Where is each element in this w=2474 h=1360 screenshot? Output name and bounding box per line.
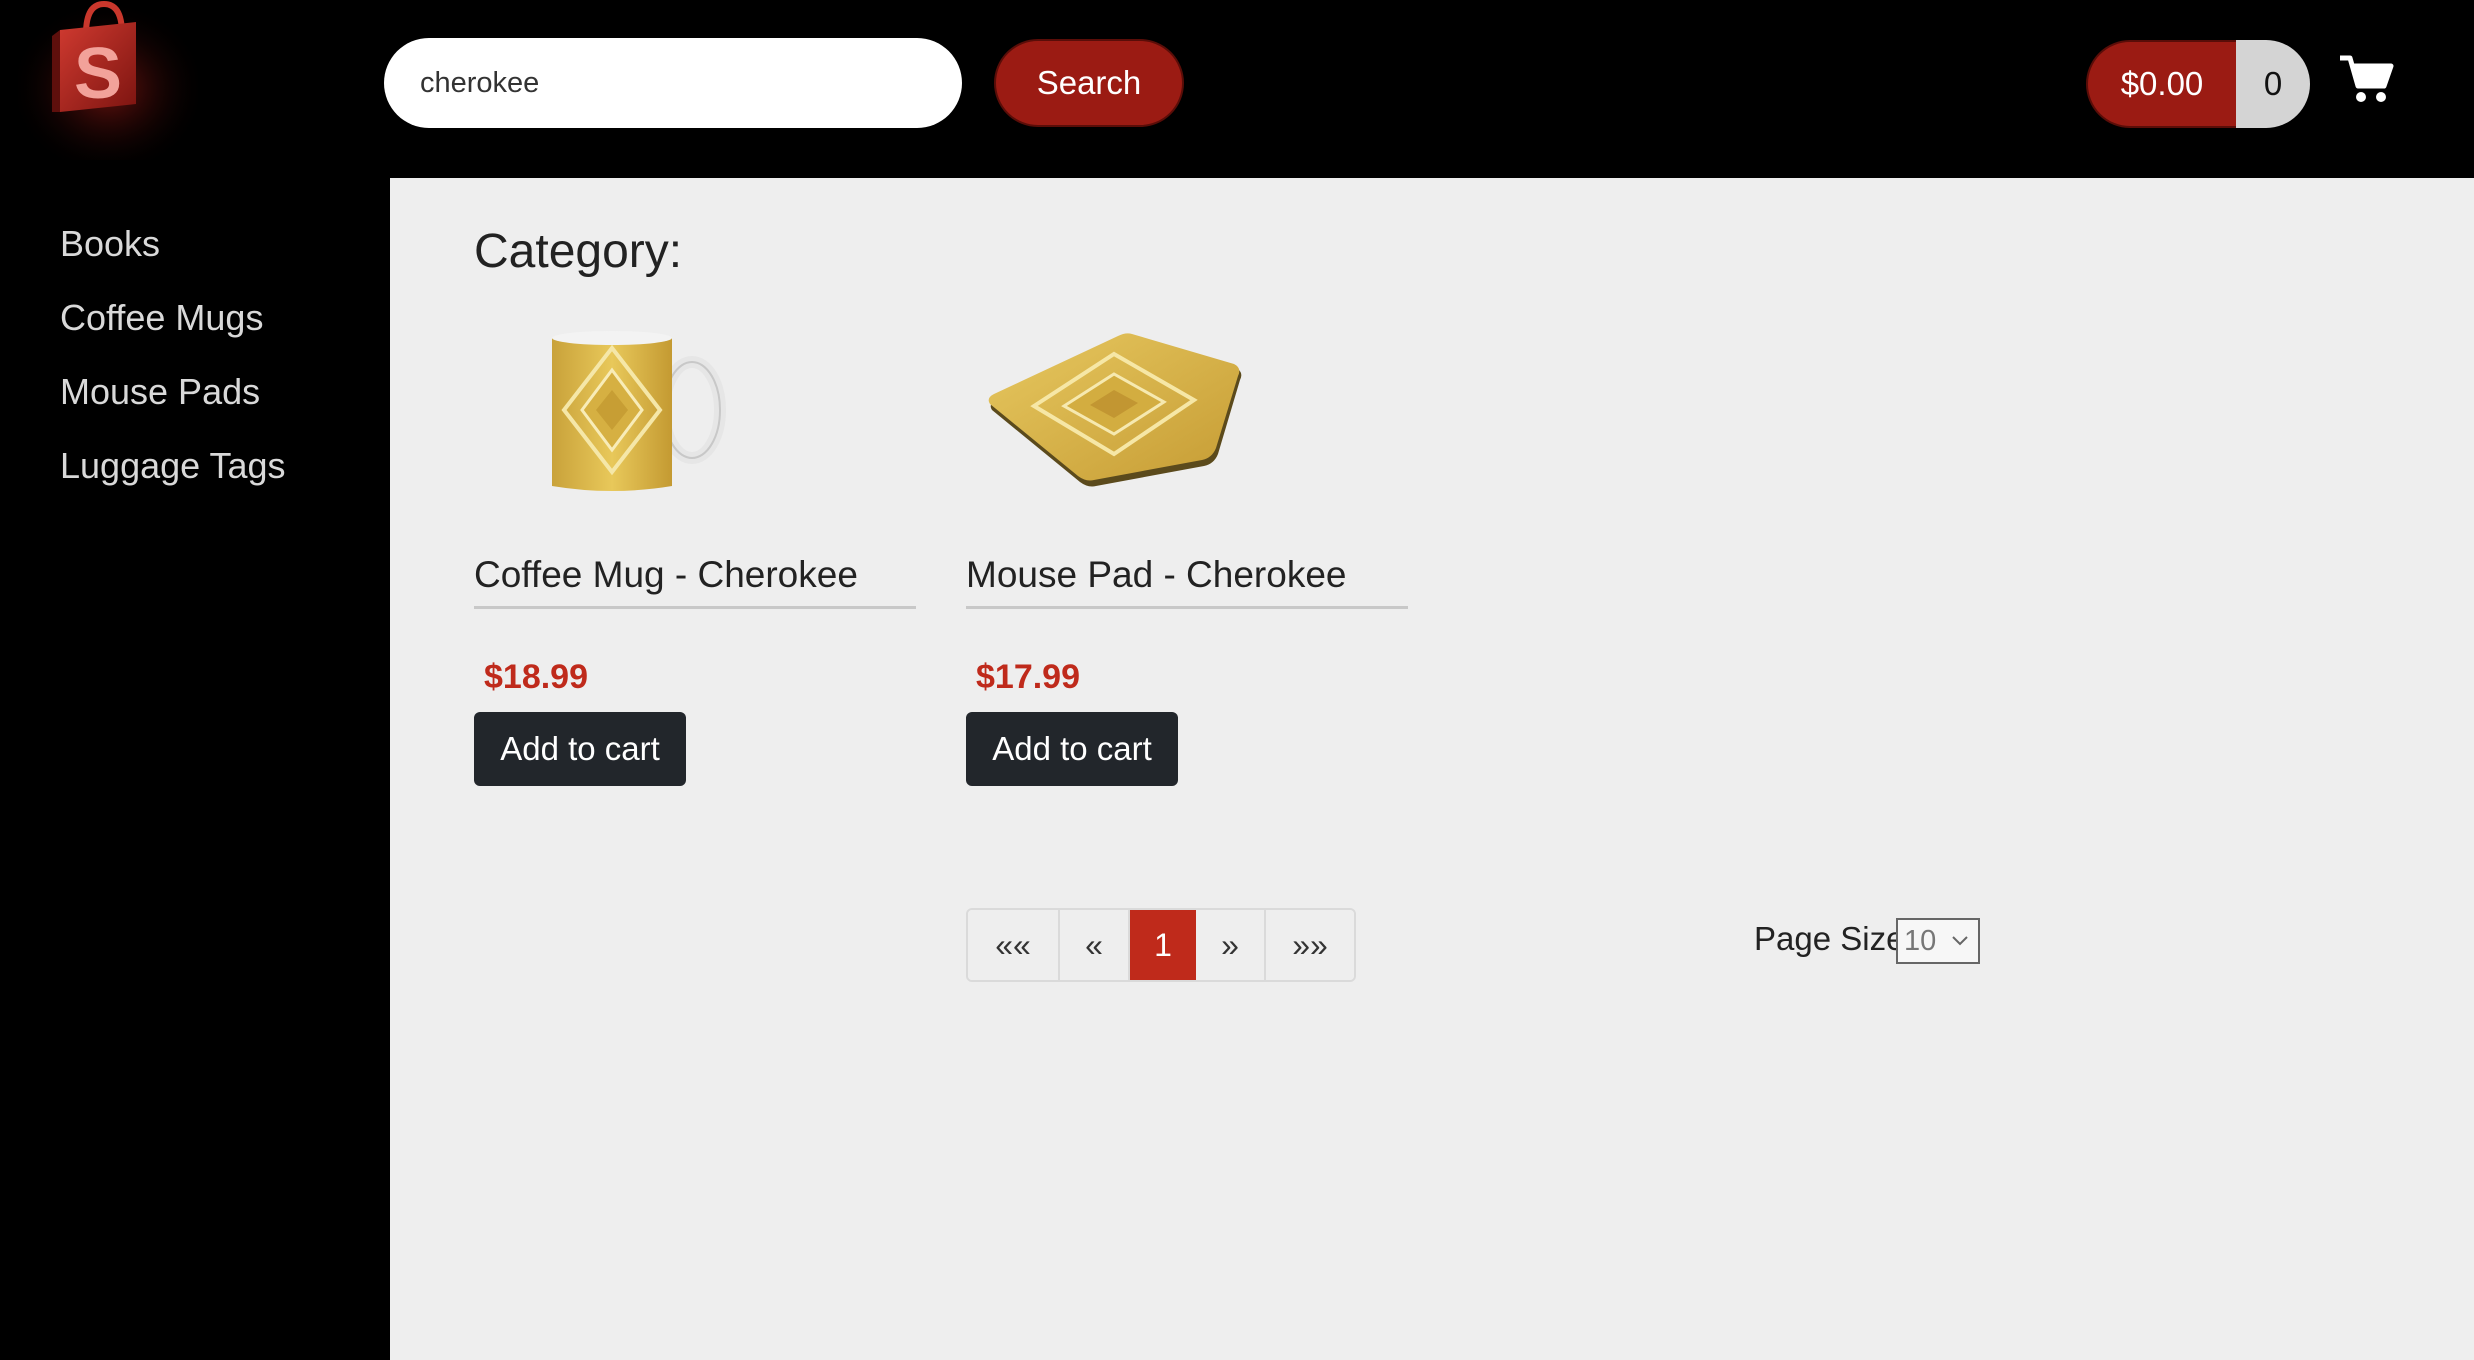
sidebar: Books Coffee Mugs Mouse Pads Luggage Tag… <box>0 178 390 1360</box>
cart-total[interactable]: $0.00 <box>2086 40 2238 128</box>
last-page-button[interactable]: »» <box>1266 910 1354 980</box>
mousepad-image[interactable] <box>984 330 1246 490</box>
sidebar-item-luggage-tags[interactable]: Luggage Tags <box>60 445 286 487</box>
sidebar-item-books[interactable]: Books <box>60 223 160 265</box>
page-title: Category: <box>474 225 683 278</box>
previous-page-button[interactable]: « <box>1060 910 1130 980</box>
main-content: Category: Coffee Mug - Cherokee $18.99 A… <box>390 178 2474 1360</box>
shopping-cart-icon[interactable] <box>2338 54 2394 104</box>
mug-image[interactable] <box>542 318 742 508</box>
shop-logo[interactable]: S <box>18 0 198 160</box>
sidebar-item-mouse-pads[interactable]: Mouse Pads <box>60 371 260 413</box>
current-page-button[interactable]: 1 <box>1130 910 1196 980</box>
page-size-select[interactable]: 10 <box>1896 918 1980 964</box>
page-size-value: 10 <box>1904 924 1937 957</box>
chevron-down-icon <box>1952 936 1968 946</box>
product-name-link[interactable]: Coffee Mug - Cherokee <box>474 554 916 609</box>
search-button[interactable]: Search <box>994 39 1184 127</box>
next-page-button[interactable]: » <box>1196 910 1266 980</box>
cart-count-badge[interactable]: 0 <box>2236 40 2310 128</box>
page-size-label: Page Size <box>1754 920 1905 957</box>
product-price: $17.99 <box>976 658 1080 696</box>
add-to-cart-button[interactable]: Add to cart <box>474 712 686 786</box>
search-input[interactable] <box>384 38 962 128</box>
product-price: $18.99 <box>484 658 588 696</box>
pagination: «« « 1 » »» <box>966 908 1356 982</box>
svg-text:S: S <box>74 34 122 114</box>
add-to-cart-button[interactable]: Add to cart <box>966 712 1178 786</box>
top-bar: S Search $0.00 0 <box>0 0 2474 178</box>
product-name-link[interactable]: Mouse Pad - Cherokee <box>966 554 1408 609</box>
first-page-button[interactable]: «« <box>968 910 1060 980</box>
sidebar-item-coffee-mugs[interactable]: Coffee Mugs <box>60 297 263 339</box>
